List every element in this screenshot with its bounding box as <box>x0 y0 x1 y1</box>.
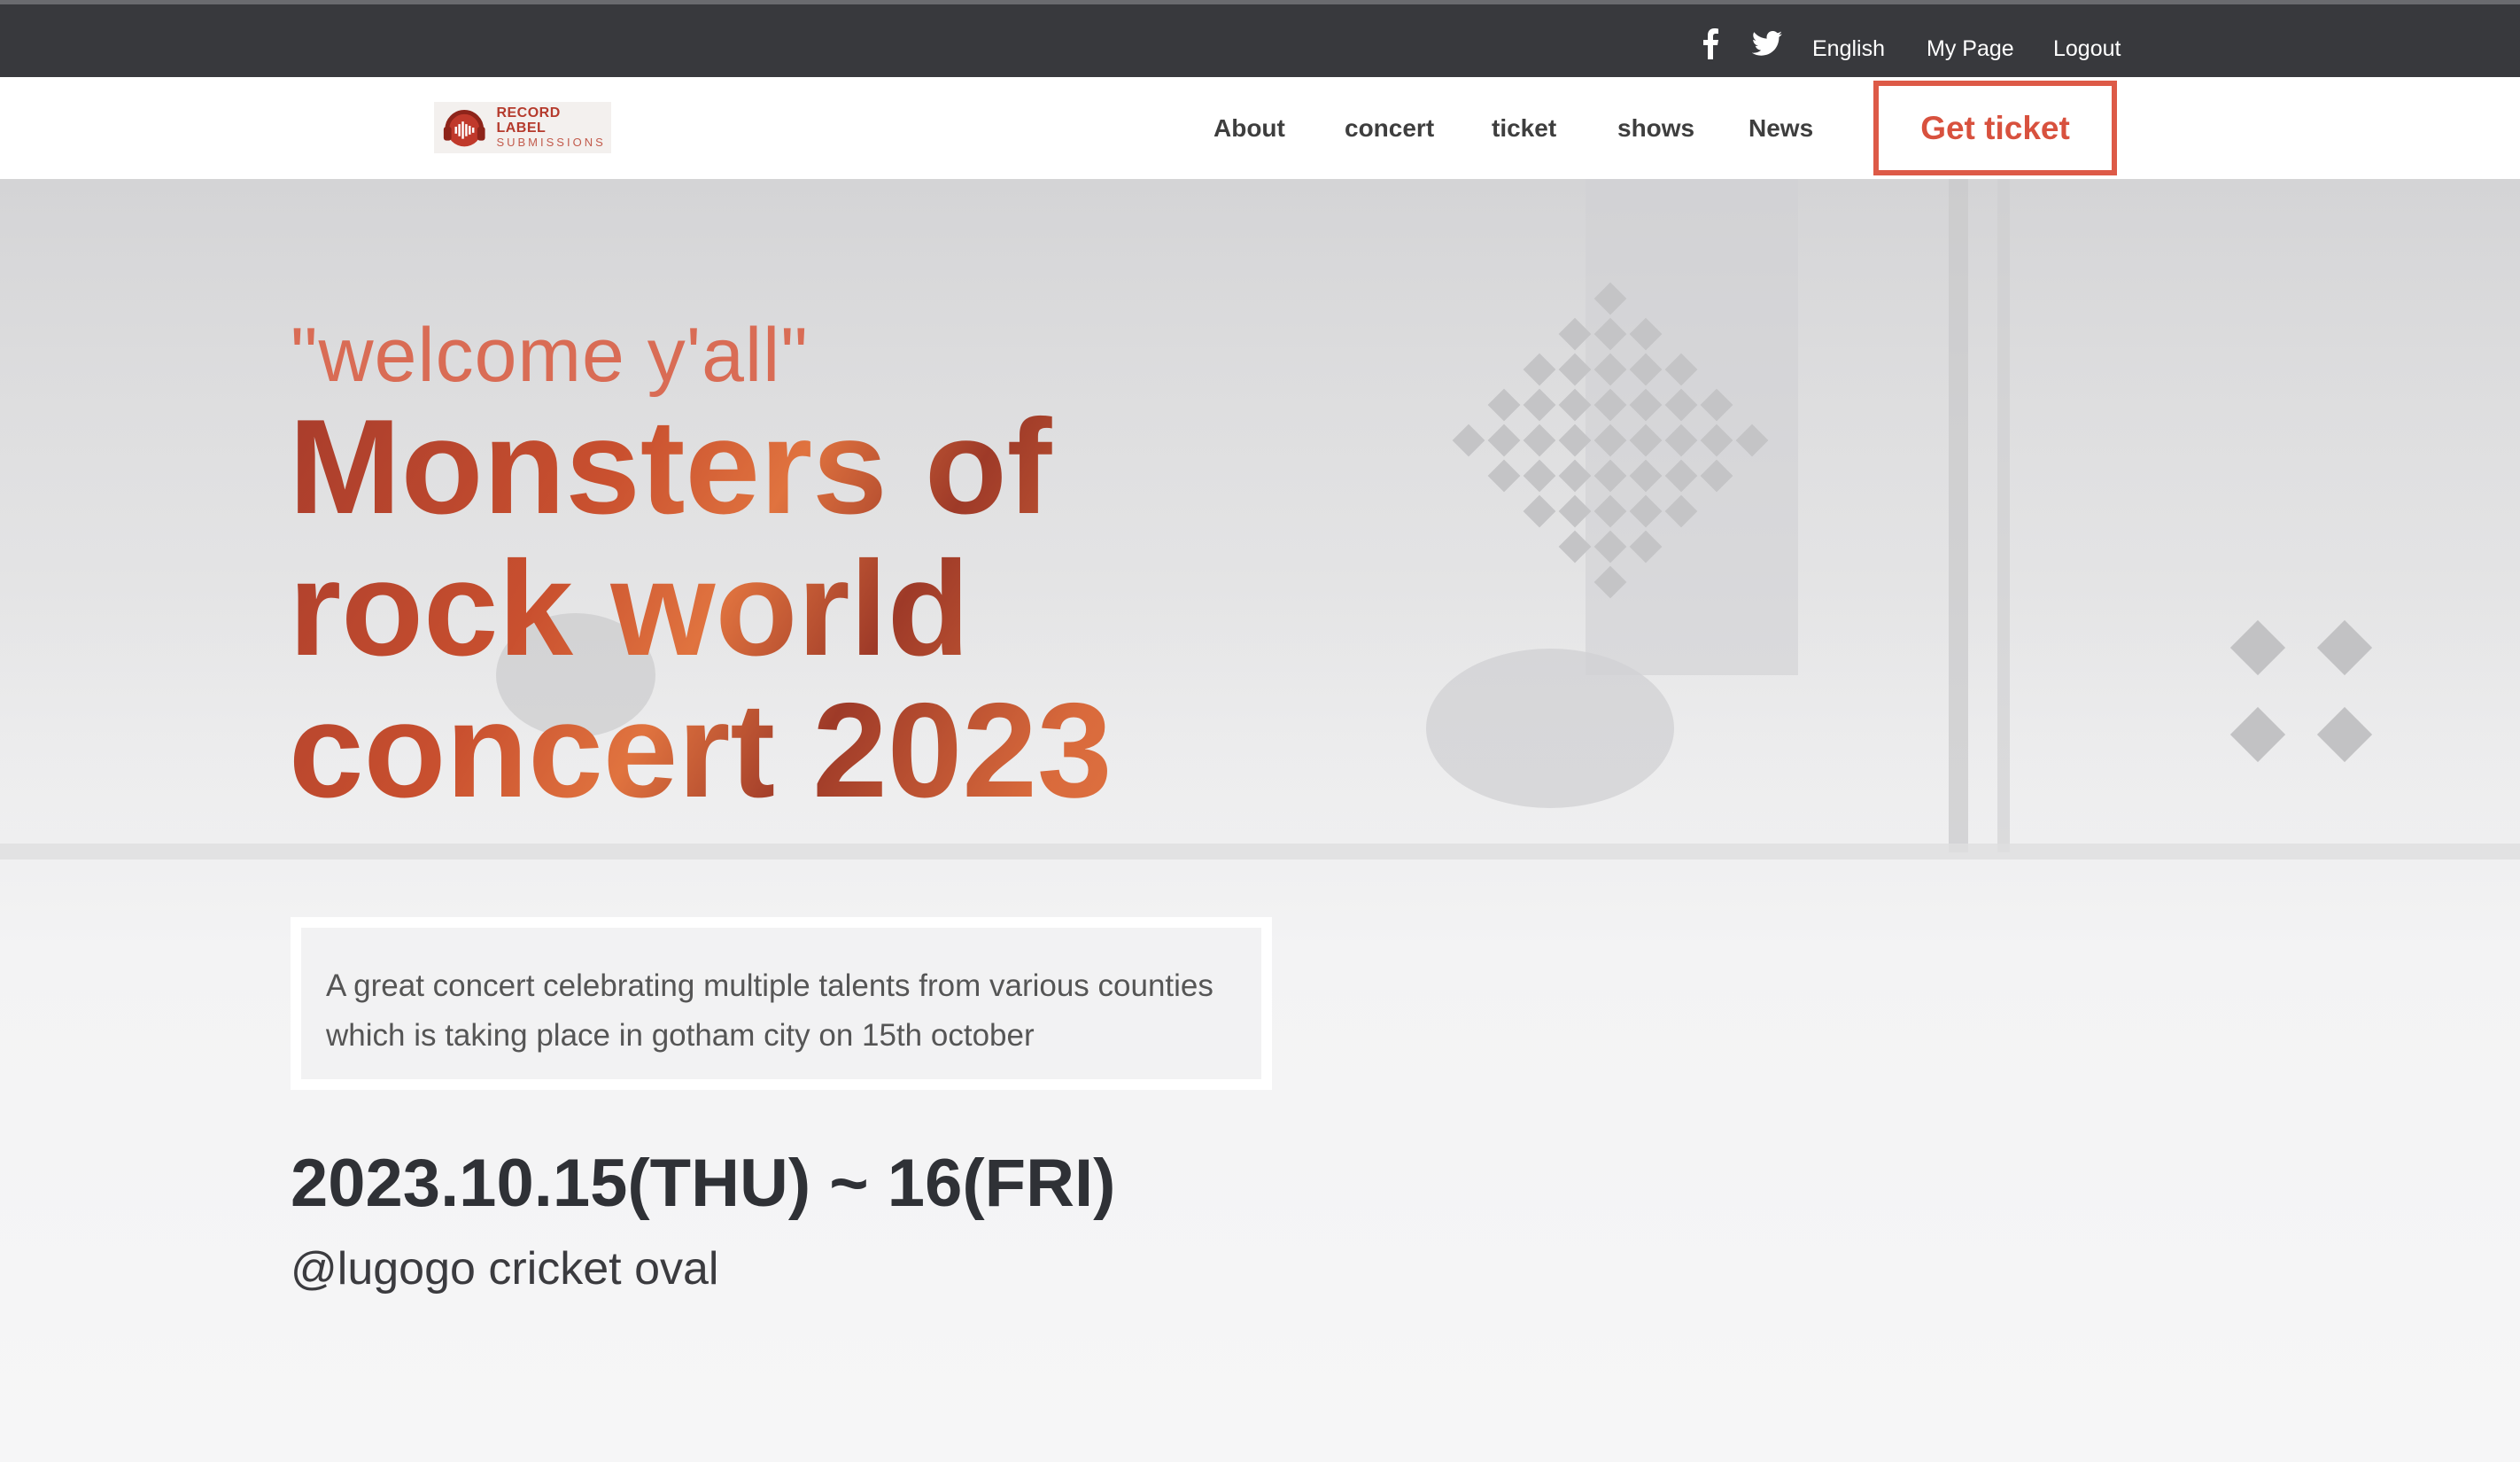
nav-about[interactable]: About <box>1213 114 1285 143</box>
twitter-icon[interactable] <box>1752 31 1782 56</box>
headline-line-1: Monsters of <box>289 392 1052 542</box>
logo-title: RECORD LABEL <box>496 105 561 136</box>
language-selector[interactable]: English <box>1812 36 1885 62</box>
top-utility-bar: English My Page Logout <box>0 0 2520 77</box>
headline-line-2: rock world <box>289 533 970 684</box>
my-page-link[interactable]: My Page <box>1927 36 2014 62</box>
nav-shows[interactable]: shows <box>1617 114 1694 143</box>
description-box: A great concert celebrating multiple tal… <box>291 917 1272 1090</box>
description-line-2: which is taking place in gotham city on … <box>326 1018 1035 1053</box>
hero-section: "welcome y'all" Monsters of rock world c… <box>0 179 2520 1462</box>
facebook-icon[interactable] <box>1701 27 1720 59</box>
get-ticket-button[interactable]: Get ticket <box>1873 81 2117 175</box>
description-line-1: A great concert celebrating multiple tal… <box>326 968 1213 1003</box>
nav-news[interactable]: News <box>1748 114 1813 143</box>
event-dates: 2023.10.15(THU) ~ 16(FRI) <box>291 1146 1116 1221</box>
logo-subtitle: SUBMISSIONS <box>496 135 606 149</box>
headline-line-3: concert 2023 <box>289 675 1113 826</box>
nav-ticket[interactable]: ticket <box>1492 114 1556 143</box>
logout-link[interactable]: Logout <box>2053 36 2121 62</box>
main-navbar: RECORD LABEL SUBMISSIONS About concert t… <box>0 77 2520 179</box>
headphones-icon <box>443 110 485 147</box>
site-logo[interactable]: RECORD LABEL SUBMISSIONS <box>434 102 611 153</box>
hero-headline: Monsters of rock world concert 2023 <box>289 396 1263 821</box>
event-venue: @lugogo cricket oval <box>291 1243 719 1295</box>
welcome-text: "welcome y'all" <box>291 313 809 398</box>
nav-concert[interactable]: concert <box>1345 114 1434 143</box>
